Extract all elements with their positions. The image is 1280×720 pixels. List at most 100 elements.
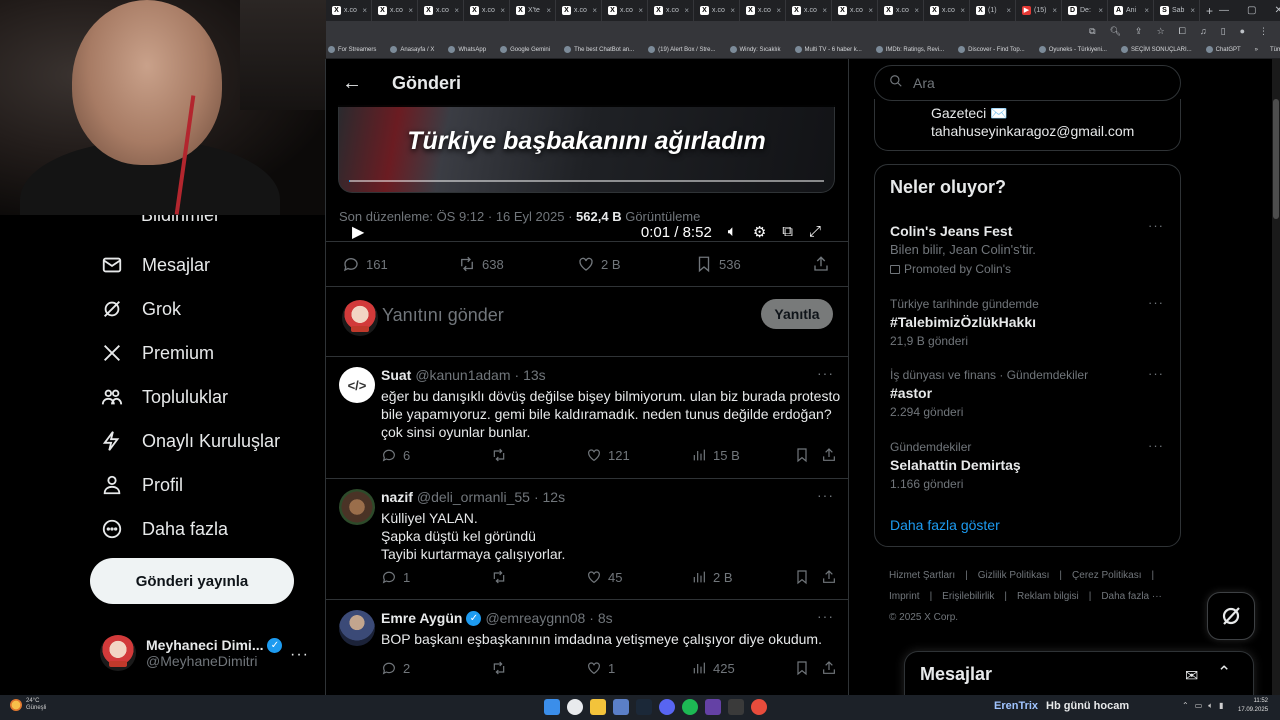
bookmark-star-icon[interactable]: ☆ [1157, 26, 1165, 37]
tab-close-icon[interactable]: × [592, 6, 597, 15]
reply-avatar[interactable] [339, 489, 375, 525]
menu-icon[interactable]: ⋮ [1259, 26, 1268, 37]
bookmark-item[interactable]: (19) Alert Box / Stre... [648, 46, 716, 53]
game-icon[interactable] [728, 699, 744, 715]
nav-item-notifications-clipped[interactable]: Bildirimler [100, 215, 240, 225]
fullscreen-icon[interactable]: ⤢ [809, 223, 821, 241]
repost-action[interactable] [491, 569, 513, 585]
reply-avatar[interactable] [339, 610, 375, 646]
extensions-icon[interactable]: ⧠ [1179, 26, 1186, 37]
settings-gear-icon[interactable]: ⚙ [753, 223, 766, 241]
tab-close-icon[interactable]: × [1006, 6, 1011, 15]
bookmarks-more-icon[interactable]: » [1255, 47, 1258, 53]
reply-more-icon[interactable]: ··· [817, 608, 834, 624]
like-action[interactable]: 121 [586, 447, 630, 463]
footer-link[interactable]: Reklam bilgisi [1017, 591, 1079, 602]
bookmark-item[interactable]: Discover - Find Top... [958, 46, 1025, 53]
tab-close-icon[interactable]: × [454, 6, 459, 15]
file-explorer-icon[interactable] [590, 699, 606, 715]
steam-icon[interactable] [636, 699, 652, 715]
views-action[interactable]: 425 [691, 660, 735, 676]
bookmark-item[interactable]: For Streamers [328, 46, 376, 53]
bookmark-item[interactable]: Multi TV - 6 haber k... [794, 46, 862, 53]
bookmark-action[interactable] [794, 569, 810, 585]
reply-author-handle[interactable]: @deli_ormanli_55 [417, 489, 530, 505]
sidebar-icon[interactable]: ▯ [1221, 26, 1226, 37]
account-switcher[interactable]: Meyhaneci Dimi... ✓ @MeyhaneDimitri [100, 635, 283, 671]
tab-close-icon[interactable]: × [822, 6, 827, 15]
bookmark-item[interactable]: Windy: Sıcaklık [729, 46, 781, 53]
bookmark-item[interactable]: SEÇİM SONUÇLARI... [1120, 46, 1192, 53]
reply-author-handle[interactable]: @kanun1adam [415, 367, 510, 383]
trend-item[interactable]: Colin's Jeans Fest Bilen bilir, Jean Coli… [890, 218, 1170, 276]
reply-avatar[interactable]: </> [339, 367, 375, 403]
bookmark-item[interactable]: Google Gemini [500, 46, 550, 53]
browser-tab[interactable]: A Ani × [1108, 0, 1154, 21]
browser-tab[interactable]: Xx.co × [648, 0, 694, 21]
nav-item-premium[interactable]: Premium [100, 341, 214, 365]
trend-item[interactable]: Türkiye tarihinde gündemde #TalebimizÖzlü… [890, 295, 1170, 348]
show-more-link[interactable]: Daha fazla göster [890, 517, 1000, 533]
nav-item-profil[interactable]: Profil [100, 473, 183, 497]
media-icon[interactable]: ♫ [1200, 26, 1207, 36]
reply-more-icon[interactable]: ··· [817, 487, 834, 503]
nav-item-grok[interactable]: Grok [100, 297, 181, 321]
play-icon[interactable]: ▶ [352, 222, 364, 242]
video-player[interactable]: Türkiye başbakanını ağırladım [338, 105, 835, 193]
reply-action[interactable]: 1 [381, 569, 410, 585]
browser-tab[interactable]: Xx.co × [740, 0, 786, 21]
nav-item-mesajlar[interactable]: Mesajlar [100, 253, 210, 277]
streaming-app-icon[interactable] [705, 699, 721, 715]
footer-link[interactable]: © 2025 X Corp. [889, 612, 958, 623]
share-action[interactable] [821, 447, 837, 463]
back-arrow-icon[interactable]: ← [340, 72, 364, 95]
close-window-icon[interactable]: ✕ [1274, 5, 1280, 16]
share-action[interactable] [821, 660, 837, 676]
nav-item-topluluklar[interactable]: Topluluklar [100, 385, 228, 409]
browser-tab[interactable]: Xx.co × [418, 0, 464, 21]
tab-close-icon[interactable]: × [500, 6, 505, 15]
browser-tab[interactable]: Xx.co × [464, 0, 510, 21]
footer-link[interactable]: Çerez Politikası [1072, 570, 1141, 581]
tray-chevron-icon[interactable]: ⌃ [1182, 701, 1189, 711]
bookmark-item[interactable]: Anasayfa / X [390, 46, 434, 53]
footer-link[interactable]: Gizlilik Politikası [978, 570, 1050, 581]
bio-email[interactable]: tahahuseyinkaragoz@gmail.com [931, 123, 1134, 139]
bookmark-item[interactable]: ChatGPT [1205, 46, 1241, 53]
browser-tab[interactable]: D De: × [1062, 0, 1108, 21]
browser-tab[interactable]: X (1) × [970, 0, 1016, 21]
bookmark-item[interactable]: IMDb: Ratings, Revi... [875, 46, 944, 53]
reply-author-handle[interactable]: @emreaygnn08 [485, 610, 585, 626]
page-scrollbar[interactable] [1272, 59, 1280, 695]
all-bookmarks-link[interactable]: Tüm Yer İşaretleri [1270, 47, 1280, 53]
reply-input[interactable]: Yanıtını gönder [382, 305, 504, 326]
spotify-icon[interactable] [682, 699, 698, 715]
cast-icon[interactable]: ⧉ [1089, 26, 1095, 37]
clock[interactable]: 11:52 17.09.2025 [1238, 697, 1268, 715]
volume-tray-icon[interactable]: 🔈︎ [1208, 701, 1213, 711]
record-icon[interactable] [751, 699, 767, 715]
reply-tweet[interactable]: Emre Aygün ✓ @emreaygnn08 · 8s ··· BOP başkan… [326, 600, 848, 695]
footer-link[interactable]: Daha fazla ··· [1101, 591, 1162, 602]
video-progress-bar[interactable] [349, 180, 824, 182]
repost-action[interactable] [491, 447, 513, 463]
bookmark-item[interactable]: Oyuneks - Türkiyeni... [1038, 46, 1107, 53]
views-action[interactable]: 15 B [691, 447, 740, 463]
browser-tab[interactable]: Xx.co × [694, 0, 740, 21]
discord-icon[interactable] [659, 699, 675, 715]
like-action[interactable]: 2 B [577, 255, 621, 273]
reply-author-name[interactable]: nazif [381, 489, 413, 505]
reply-action[interactable]: 161 [342, 255, 388, 273]
browser-tab[interactable]: Xx.co × [556, 0, 602, 21]
grok-button[interactable] [1207, 592, 1255, 640]
browser-tab[interactable]: Xx.co × [832, 0, 878, 21]
trend-item[interactable]: İş dünyası ve finans · Gündemdekiler #ast… [890, 366, 1170, 419]
bookmark-item[interactable]: WhatsApp [448, 46, 486, 53]
volume-icon[interactable]: 🔈︎ [728, 223, 737, 241]
browser-tab[interactable]: Xx.co × [924, 0, 970, 21]
new-tab-icon[interactable]: + [1200, 4, 1219, 18]
browser-tab[interactable]: Xx.co × [326, 0, 372, 21]
tab-close-icon[interactable]: × [546, 6, 551, 15]
scrollbar-thumb[interactable] [1273, 99, 1279, 219]
views-action[interactable]: 2 B [691, 569, 733, 585]
